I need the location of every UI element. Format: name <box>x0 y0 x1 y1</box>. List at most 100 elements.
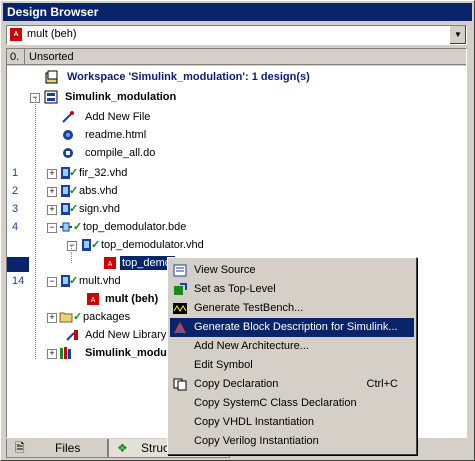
menu-item-label: View Source <box>194 264 256 276</box>
architecture-icon: A <box>104 257 116 269</box>
tree-row-add-new-file[interactable]: Add New File <box>7 108 307 126</box>
tree-row-top-bde[interactable]: 4 − ✓ top_demodulator.bde <box>7 218 307 236</box>
column-header: 0. Unsorted <box>7 49 466 66</box>
compiled-check-icon: ✓ <box>69 203 79 215</box>
compiled-check-icon: ✓ <box>73 311 83 323</box>
readme-label: readme.html <box>85 129 147 141</box>
mult-beh-label: mult (beh) <box>105 293 159 305</box>
tree-row-sign[interactable]: 3 + ✓ sign.vhd <box>7 200 307 218</box>
library-icon <box>60 347 71 359</box>
menu-item-label: Copy Verilog Instantiation <box>194 435 319 447</box>
order-number: 3 <box>12 203 19 215</box>
tree-row-readme[interactable]: readme.html <box>7 126 307 144</box>
menu-item-set-top-level[interactable]: Set as Top-Level <box>170 280 414 299</box>
tree-line <box>35 97 36 359</box>
menu-item-label: Edit Symbol <box>194 359 253 371</box>
expand-icon[interactable]: + <box>47 187 57 197</box>
collapse-icon[interactable]: − <box>47 277 57 287</box>
column-header-order[interactable]: 0. <box>7 49 25 65</box>
compiled-check-icon: ✓ <box>73 221 83 233</box>
top-level-icon <box>174 283 187 295</box>
menu-item-label: Add New Architecture... <box>194 340 309 352</box>
expand-icon[interactable]: + <box>47 169 57 179</box>
collapse-icon[interactable]: − <box>47 223 57 233</box>
workspace-icon <box>45 70 58 84</box>
svg-text:A: A <box>91 297 96 304</box>
menu-item-generate-block-description[interactable]: Generate Block Description for Simulink.… <box>170 318 414 337</box>
menu-item-copy-systemc[interactable]: Copy SystemC Class Declaration <box>170 394 414 413</box>
design-label: Simulink_modulation <box>65 91 177 103</box>
tab-files[interactable]: 🗎 Files <box>6 439 108 458</box>
copy-icon <box>173 378 187 391</box>
menu-item-label: Copy SystemC Class Declaration <box>194 397 357 409</box>
menu-item-label: Generate Block Description for Simulink.… <box>194 321 398 333</box>
window-title: Design Browser <box>7 5 99 19</box>
abs-label: abs.vhd <box>79 185 118 197</box>
tab-structure-label: Struc <box>141 441 170 455</box>
design-icon <box>44 90 58 104</box>
architecture-icon: A <box>87 293 99 305</box>
block-diagram-icon <box>60 222 72 232</box>
order-number: 1 <box>12 167 19 179</box>
compiled-check-icon: ✓ <box>69 275 79 287</box>
tree-row-top-vhd[interactable]: − ✓ top_demodulator.vhd <box>7 236 307 254</box>
simulink-icon <box>174 322 186 333</box>
title-bar: Design Browser <box>3 3 472 21</box>
compile-label: compile_all.do <box>85 147 156 159</box>
order-number: 2 <box>12 185 19 197</box>
add-new-library-label: Add New Library <box>85 329 167 341</box>
menu-shortcut: Ctrl+C <box>366 378 398 390</box>
menu-item-generate-testbench[interactable]: Generate TestBench... <box>170 299 414 318</box>
combo-dropdown-button[interactable]: ▼ <box>449 26 466 44</box>
tree-row-compile[interactable]: compile_all.do <box>7 144 307 162</box>
view-source-icon <box>173 264 187 277</box>
testbench-icon <box>173 303 187 314</box>
top-vhd-label: top_demodulator.vhd <box>101 239 204 251</box>
order-number: 4 <box>12 221 19 233</box>
menu-item-label: Generate TestBench... <box>194 302 304 314</box>
add-new-file-label: Add New File <box>85 111 151 123</box>
add-library-icon <box>66 330 78 341</box>
tree-line <box>71 245 72 263</box>
compiled-check-icon: ✓ <box>69 167 79 179</box>
architecture-icon: A <box>10 28 22 41</box>
menu-item-view-source[interactable]: View Source <box>170 261 414 280</box>
menu-item-copy-vhdl[interactable]: Copy VHDL Instantiation <box>170 413 414 432</box>
workspace-label: Workspace 'Simulink_modulation': 1 desig… <box>67 71 310 83</box>
file-icon: 🗎 <box>15 441 25 455</box>
tab-files-label: Files <box>55 441 81 455</box>
menu-item-label: Copy Declaration <box>194 378 279 390</box>
tree-row-abs[interactable]: 2 + ✓ abs.vhd <box>7 182 307 200</box>
menu-item-add-new-architecture[interactable]: Add New Architecture... <box>170 337 414 356</box>
top-bde-label: top_demodulator.bde <box>83 221 187 233</box>
menu-item-copy-verilog[interactable]: Copy Verilog Instantiation <box>170 432 414 451</box>
order-number: 14 <box>12 275 25 287</box>
tree-row-design[interactable]: − Simulink_modulation <box>7 88 466 106</box>
combo-value: mult (beh) <box>27 28 77 40</box>
compiled-check-icon: ✓ <box>69 185 79 197</box>
packages-label: packages <box>83 311 131 323</box>
design-unit-combo[interactable]: A mult (beh) ▼ <box>6 25 467 45</box>
add-new-file-icon <box>62 111 74 123</box>
folder-icon <box>59 312 73 323</box>
expand-icon[interactable]: + <box>47 205 57 215</box>
menu-item-label: Copy VHDL Instantiation <box>194 416 315 428</box>
simulink-library-label: Simulink_modul <box>85 347 170 359</box>
mult-vhd-label: mult.vhd <box>79 275 121 287</box>
expand-icon[interactable]: + <box>47 349 57 359</box>
structure-icon: ❖ <box>117 441 128 455</box>
menu-item-edit-symbol[interactable]: Edit Symbol <box>170 356 414 375</box>
macro-file-icon <box>63 148 73 158</box>
svg-text:A: A <box>108 261 113 268</box>
expand-icon[interactable]: + <box>47 313 57 323</box>
fir-label: fir_32.vhd <box>79 167 128 179</box>
menu-item-copy-declaration[interactable]: Copy Declaration Ctrl+C <box>170 375 414 394</box>
context-menu: View Source Set as Top-Level Generate Te… <box>167 257 417 455</box>
html-file-icon <box>63 130 73 140</box>
tree-row-fir[interactable]: 1 + ✓ fir_32.vhd <box>7 164 307 182</box>
compiled-check-icon: ✓ <box>91 239 101 251</box>
column-header-sort[interactable]: Unsorted <box>25 49 466 65</box>
tree-row-workspace[interactable]: Workspace 'Simulink_modulation': 1 desig… <box>7 68 466 86</box>
row-selection-marker <box>7 257 29 272</box>
collapse-icon[interactable]: − <box>67 241 77 251</box>
